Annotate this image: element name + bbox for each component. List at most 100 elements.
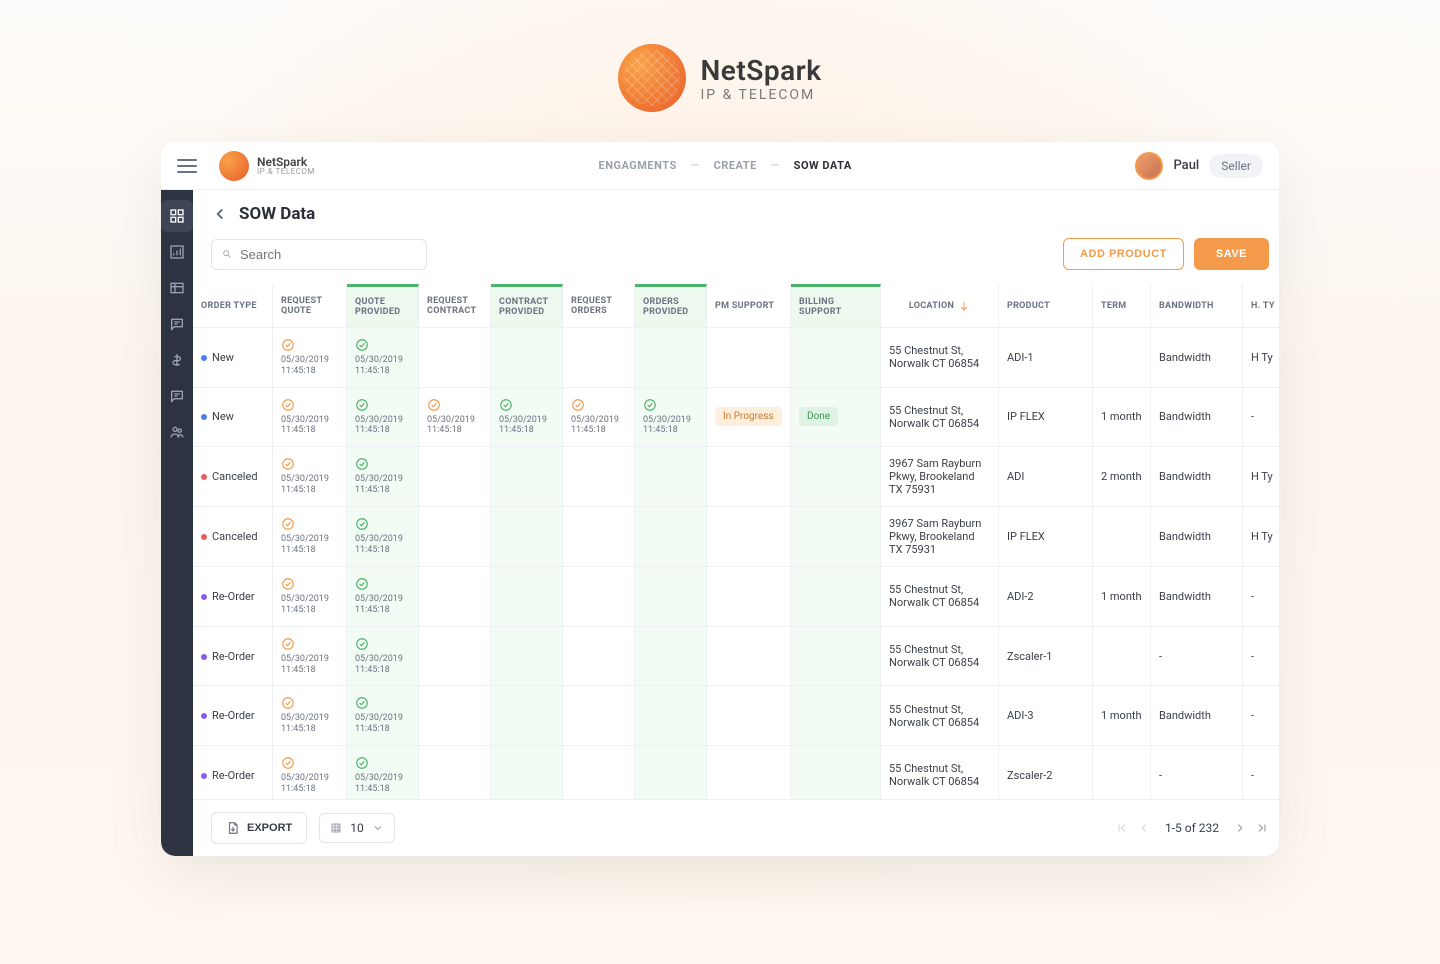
export-button[interactable]: EXPORT bbox=[211, 812, 307, 844]
search-box[interactable] bbox=[211, 239, 427, 270]
billing-support-cell bbox=[791, 686, 881, 746]
column-header[interactable]: LOCATION bbox=[881, 284, 999, 328]
location-cell: 3967 Sam Rayburn Pkwy, Brookeland TX 759… bbox=[881, 507, 999, 567]
timestamp-cell: 05/30/201911:45:18 bbox=[347, 567, 419, 627]
check-circle-icon bbox=[281, 457, 295, 471]
check-circle-icon bbox=[427, 398, 441, 412]
billing-support-cell: Done bbox=[791, 388, 881, 448]
location-cell: 55 Chestnut St, Norwalk CT 06854 bbox=[881, 627, 999, 687]
column-header[interactable]: PM SUPPORT bbox=[707, 284, 791, 328]
sidebar-item-dashboard[interactable] bbox=[161, 200, 193, 232]
check-circle-icon bbox=[571, 398, 585, 412]
column-header[interactable]: REQUEST QUOTE bbox=[273, 284, 347, 328]
search-icon bbox=[222, 247, 232, 261]
search-input[interactable] bbox=[240, 247, 416, 262]
pager-last[interactable] bbox=[1255, 821, 1269, 835]
timestamp-cell bbox=[563, 627, 635, 687]
column-header[interactable]: CONTRACT PROVIDED bbox=[491, 284, 563, 328]
column-header[interactable]: TERM bbox=[1093, 284, 1151, 328]
role-pill[interactable]: Seller bbox=[1209, 154, 1263, 178]
timestamp-cell: 05/30/201911:45:18 bbox=[635, 388, 707, 448]
page-size-select[interactable]: 10 bbox=[319, 813, 395, 843]
sidebar-item-billing[interactable] bbox=[161, 344, 193, 376]
column-header[interactable]: H. Ty bbox=[1243, 284, 1279, 328]
column-header[interactable]: ORDER TYPE bbox=[193, 284, 273, 328]
timestamp-cell: 05/30/201911:45:18 bbox=[273, 746, 347, 799]
timestamp-cell bbox=[563, 567, 635, 627]
column-header[interactable]: QUOTE PROVIDED bbox=[347, 284, 419, 328]
timestamp-cell bbox=[419, 567, 491, 627]
column-header[interactable]: REQUEST ORDERS bbox=[563, 284, 635, 328]
term-cell: 1 month bbox=[1093, 567, 1151, 627]
column-header[interactable]: ORDERS PROVIDED bbox=[635, 284, 707, 328]
pager-first[interactable] bbox=[1115, 821, 1129, 835]
check-circle-icon bbox=[355, 338, 369, 352]
timestamp-cell bbox=[419, 507, 491, 567]
breadcrumb-item[interactable]: CREATE bbox=[714, 159, 757, 172]
timestamp-cell bbox=[563, 686, 635, 746]
sidebar-item-chat[interactable] bbox=[161, 380, 193, 412]
top-logo[interactable]: NetSpark IP & TELECOM bbox=[219, 151, 315, 181]
product-cell: ADI-1 bbox=[999, 328, 1093, 388]
order-type-cell: Canceled bbox=[193, 447, 273, 507]
bandwidth-cell: Bandwidth bbox=[1151, 507, 1243, 567]
sidebar-item-tables[interactable] bbox=[161, 272, 193, 304]
table-footer: EXPORT 10 1-5 of 232 bbox=[193, 799, 1279, 856]
term-cell: 2 month bbox=[1093, 447, 1151, 507]
order-type-cell: Re-Order bbox=[193, 746, 273, 799]
timestamp-cell: 05/30/201911:45:18 bbox=[273, 627, 347, 687]
bandwidth-cell: Bandwidth bbox=[1151, 447, 1243, 507]
timestamp-cell: 05/30/201911:45:18 bbox=[347, 686, 419, 746]
pm-support-cell bbox=[707, 627, 791, 687]
order-type-cell: Re-Order bbox=[193, 686, 273, 746]
timestamp-cell bbox=[419, 686, 491, 746]
data-table: ORDER TYPEREQUEST QUOTEQUOTE PROVIDEDREQ… bbox=[193, 284, 1279, 799]
pm-support-cell bbox=[707, 746, 791, 799]
status-dot bbox=[201, 594, 207, 600]
column-header[interactable]: BILLING SUPPORT bbox=[791, 284, 881, 328]
sidebar-item-messages[interactable] bbox=[161, 308, 193, 340]
timestamp-cell bbox=[635, 447, 707, 507]
ht-cell: H Ty bbox=[1243, 447, 1279, 507]
save-button[interactable]: SAVE bbox=[1194, 238, 1269, 270]
timestamp-cell bbox=[419, 447, 491, 507]
sidebar-item-users[interactable] bbox=[161, 416, 193, 448]
timestamp-cell bbox=[491, 686, 563, 746]
breadcrumb-item[interactable]: ENGAGMENTS bbox=[599, 159, 677, 172]
timestamp-cell bbox=[635, 507, 707, 567]
column-header[interactable]: REQUEST CONTRACT bbox=[419, 284, 491, 328]
ht-cell: - bbox=[1243, 567, 1279, 627]
pm-support-cell bbox=[707, 567, 791, 627]
timestamp-cell bbox=[491, 507, 563, 567]
billing-support-cell bbox=[791, 328, 881, 388]
term-cell bbox=[1093, 328, 1151, 388]
order-type-cell: Re-Order bbox=[193, 627, 273, 687]
timestamp-cell bbox=[491, 567, 563, 627]
page-size-value: 10 bbox=[350, 821, 364, 835]
timestamp-cell bbox=[491, 746, 563, 799]
bandwidth-cell: Bandwidth bbox=[1151, 686, 1243, 746]
check-circle-icon bbox=[355, 457, 369, 471]
add-product-button[interactable]: ADD PRODUCT bbox=[1063, 238, 1184, 270]
avatar[interactable] bbox=[1135, 152, 1163, 180]
timestamp-cell bbox=[563, 746, 635, 799]
menu-icon[interactable] bbox=[177, 159, 197, 173]
chevron-left-icon[interactable] bbox=[211, 205, 229, 223]
pager-prev[interactable] bbox=[1137, 821, 1151, 835]
page-header: SOW Data ADD PRODUCT SAVE bbox=[193, 190, 1279, 284]
check-circle-icon bbox=[355, 517, 369, 531]
timestamp-cell: 05/30/201911:45:18 bbox=[273, 328, 347, 388]
sidebar-item-analytics[interactable] bbox=[161, 236, 193, 268]
billing-support-cell bbox=[791, 447, 881, 507]
timestamp-cell: 05/30/201911:45:18 bbox=[563, 388, 635, 448]
column-header[interactable]: PRODUCT bbox=[999, 284, 1093, 328]
pager-next[interactable] bbox=[1233, 821, 1247, 835]
timestamp-cell: 05/30/201911:45:18 bbox=[491, 388, 563, 448]
bandwidth-cell: Bandwidth bbox=[1151, 328, 1243, 388]
timestamp-cell bbox=[491, 627, 563, 687]
status-dot bbox=[201, 773, 207, 779]
timestamp-cell: 05/30/201911:45:18 bbox=[273, 686, 347, 746]
globe-icon bbox=[618, 44, 686, 112]
breadcrumb-item-current: SOW DATA bbox=[794, 159, 852, 172]
column-header[interactable]: BANDWIDTH bbox=[1151, 284, 1243, 328]
